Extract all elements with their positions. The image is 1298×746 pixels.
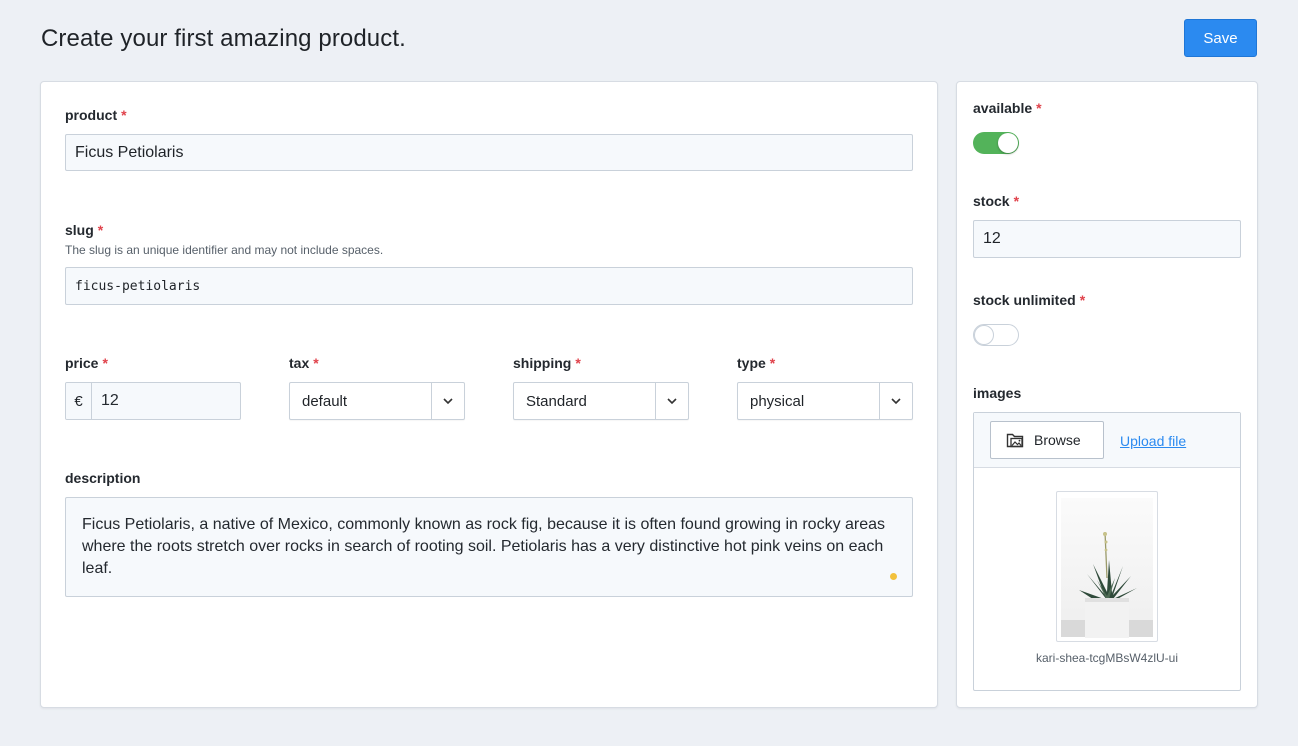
toggle-knob bbox=[998, 133, 1018, 153]
price-input-group[interactable]: € 12 bbox=[65, 382, 241, 420]
tax-label-text: tax bbox=[289, 355, 310, 371]
required-mark: * bbox=[575, 355, 581, 371]
product-input[interactable]: Ficus Petiolaris bbox=[65, 134, 913, 171]
price-label-text: price bbox=[65, 355, 99, 371]
stock-label-text: stock bbox=[973, 193, 1010, 209]
tax-label: tax * bbox=[289, 355, 319, 371]
image-filename: kari-shea-tcgMBsW4zlU-ui bbox=[1035, 651, 1179, 665]
image-uploader-toolbar: Browse Upload file bbox=[974, 413, 1240, 468]
product-input-value: Ficus Petiolaris bbox=[75, 143, 184, 161]
description-textarea[interactable]: Ficus Petiolaris, a native of Mexico, co… bbox=[65, 497, 913, 597]
upload-file-link[interactable]: Upload file bbox=[1120, 433, 1186, 449]
chevron-down-icon[interactable] bbox=[655, 383, 688, 419]
price-input[interactable]: 12 bbox=[92, 383, 240, 419]
slug-label-text: slug bbox=[65, 222, 94, 238]
image-thumbnail[interactable] bbox=[1056, 491, 1158, 642]
shipping-select-value: Standard bbox=[526, 392, 587, 410]
browse-button-label: Browse bbox=[1034, 432, 1081, 448]
stock-unlimited-toggle[interactable] bbox=[973, 324, 1019, 346]
page-title: Create your first amazing product. bbox=[41, 25, 406, 52]
shipping-select[interactable]: Standard bbox=[513, 382, 689, 420]
type-label: type * bbox=[737, 355, 775, 371]
stock-label: stock * bbox=[973, 193, 1019, 209]
required-mark: * bbox=[121, 107, 127, 123]
slug-input[interactable]: ficus-petiolaris bbox=[65, 267, 913, 305]
product-label-text: product bbox=[65, 107, 118, 123]
required-mark: * bbox=[97, 222, 104, 238]
stock-input-value: 12 bbox=[983, 230, 1001, 247]
shipping-label: shipping * bbox=[513, 355, 581, 371]
tax-select[interactable]: default bbox=[289, 382, 465, 420]
chevron-down-icon[interactable] bbox=[431, 383, 464, 419]
required-mark: * bbox=[313, 355, 319, 371]
stock-input[interactable]: 12 bbox=[973, 220, 1241, 258]
required-mark: * bbox=[769, 355, 776, 371]
slug-input-value: ficus-petiolaris bbox=[75, 278, 201, 294]
images-label: images bbox=[973, 385, 1022, 401]
image-uploader: Browse Upload file kari-shea-tcgMBsW4zlU… bbox=[973, 412, 1241, 691]
type-select-value: physical bbox=[750, 392, 805, 410]
slug-hint: The slug is an unique identifier and may… bbox=[65, 243, 384, 257]
toggle-knob bbox=[974, 325, 994, 345]
currency-prefix: € bbox=[66, 383, 92, 419]
price-label: price * bbox=[65, 355, 108, 371]
available-label: available * bbox=[973, 100, 1042, 116]
available-toggle[interactable] bbox=[973, 132, 1019, 154]
description-label: description bbox=[65, 470, 141, 486]
tax-select-value: default bbox=[302, 392, 348, 410]
succulent-plant-image bbox=[1061, 498, 1153, 638]
required-mark: * bbox=[102, 355, 108, 371]
description-text: Ficus Petiolaris, a native of Mexico, co… bbox=[82, 516, 886, 577]
required-mark: * bbox=[1013, 193, 1020, 209]
slug-label: slug * bbox=[65, 222, 103, 238]
available-label-text: available bbox=[973, 100, 1033, 116]
chevron-down-icon[interactable] bbox=[879, 383, 912, 419]
stock-unlimited-label-text: stock unlimited bbox=[973, 292, 1076, 308]
required-mark: * bbox=[1079, 292, 1086, 308]
save-button[interactable]: Save bbox=[1184, 19, 1257, 57]
type-label-text: type bbox=[737, 355, 766, 371]
browse-button[interactable]: Browse bbox=[990, 421, 1104, 459]
shipping-label-text: shipping bbox=[513, 355, 572, 371]
image-folder-icon bbox=[1006, 431, 1026, 449]
type-select[interactable]: physical bbox=[737, 382, 913, 420]
unsaved-indicator bbox=[890, 573, 897, 580]
stock-unlimited-label: stock unlimited * bbox=[973, 292, 1085, 308]
product-label: product * bbox=[65, 107, 127, 123]
required-mark: * bbox=[1036, 100, 1042, 116]
